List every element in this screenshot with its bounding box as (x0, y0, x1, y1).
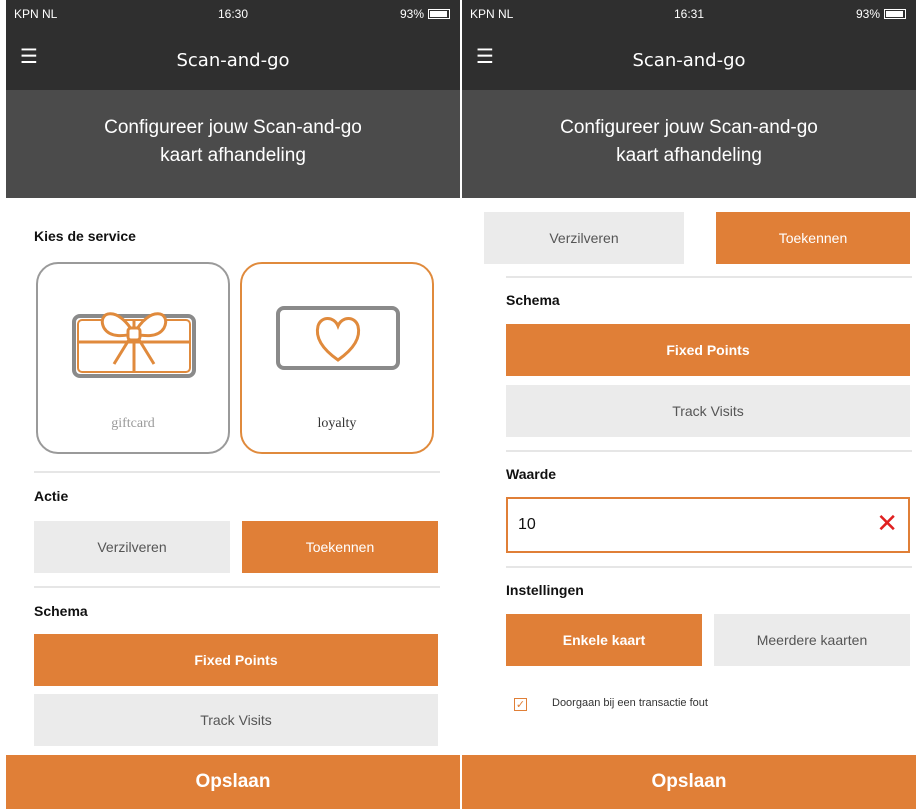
settings-multiple-cards-button[interactable]: Meerdere kaarten (714, 614, 910, 666)
continue-on-error-label: Doorgaan bij een transactie fout (552, 697, 708, 709)
phone-screen-left: KPN NL 16:30 93% ☰ Scan-and-go Configure… (6, 0, 460, 809)
value-input[interactable]: 10 ✕ (506, 497, 910, 553)
value-label: Waarde (506, 466, 557, 482)
clock: 16:31 (673, 7, 705, 21)
action-label: Actie (34, 488, 69, 504)
continue-on-error-checkbox[interactable]: ✓ (514, 698, 527, 711)
save-button[interactable]: Opslaan (462, 755, 916, 809)
divider (34, 586, 440, 588)
service-card-giftcard[interactable]: giftcard (36, 262, 230, 454)
status-bar: KPN NL 16:30 93% (6, 0, 460, 28)
heart-card-icon (276, 306, 400, 370)
schema-track-visits-button[interactable]: Track Visits (34, 694, 438, 746)
page-banner: Configureer jouw Scan-and-go kaart afhan… (6, 90, 460, 198)
banner-line-1: Configureer jouw Scan-and-go (104, 117, 362, 138)
divider (506, 276, 912, 278)
divider (506, 566, 912, 568)
action-toekennen-button[interactable]: Toekennen (716, 212, 910, 264)
app-title: Scan-and-go (176, 50, 290, 71)
battery-icon (884, 9, 906, 19)
battery-percent: 93% (855, 7, 880, 21)
battery-indicator: 93% (856, 7, 906, 21)
banner-line-2: kaart afhandeling (616, 145, 762, 166)
schema-label: Schema (34, 603, 88, 619)
battery-icon (428, 9, 450, 19)
nav-bar: ☰ Scan-and-go (462, 28, 916, 90)
gift-card-icon (72, 312, 196, 378)
phone-screen-right: KPN NL 16:31 93% ☰ Scan-and-go Configure… (462, 0, 916, 809)
schema-track-visits-button[interactable]: Track Visits (506, 385, 910, 437)
status-bar: KPN NL 16:31 93% (462, 0, 916, 28)
action-verzilveren-button[interactable]: Verzilveren (484, 212, 684, 264)
schema-label: Schema (506, 292, 560, 308)
app-title: Scan-and-go (632, 50, 746, 71)
service-label: Kies de service (34, 228, 136, 244)
action-toekennen-button[interactable]: Toekennen (242, 521, 438, 573)
battery-percent: 93% (399, 7, 424, 21)
schema-fixed-points-button[interactable]: Fixed Points (34, 634, 438, 686)
service-card-label: loyalty (317, 416, 357, 431)
banner-line-2: kaart afhandeling (160, 145, 306, 166)
page-banner: Configureer jouw Scan-and-go kaart afhan… (462, 90, 916, 198)
action-verzilveren-button[interactable]: Verzilveren (34, 521, 230, 573)
checkmark-icon: ✓ (515, 698, 526, 711)
value-input-text[interactable]: 10 (518, 516, 536, 534)
divider (34, 471, 440, 473)
settings-single-card-button[interactable]: Enkele kaart (506, 614, 702, 666)
settings-label: Instellingen (506, 582, 584, 598)
nav-bar: ☰ Scan-and-go (6, 28, 460, 90)
clock: 16:30 (217, 7, 249, 21)
save-button[interactable]: Opslaan (6, 755, 460, 809)
close-icon[interactable]: ✕ (876, 509, 898, 539)
service-card-loyalty[interactable]: loyalty (240, 262, 434, 454)
banner-line-1: Configureer jouw Scan-and-go (560, 117, 818, 138)
divider (506, 450, 912, 452)
schema-fixed-points-button[interactable]: Fixed Points (506, 324, 910, 376)
service-card-label: giftcard (111, 416, 155, 431)
battery-indicator: 93% (400, 7, 450, 21)
